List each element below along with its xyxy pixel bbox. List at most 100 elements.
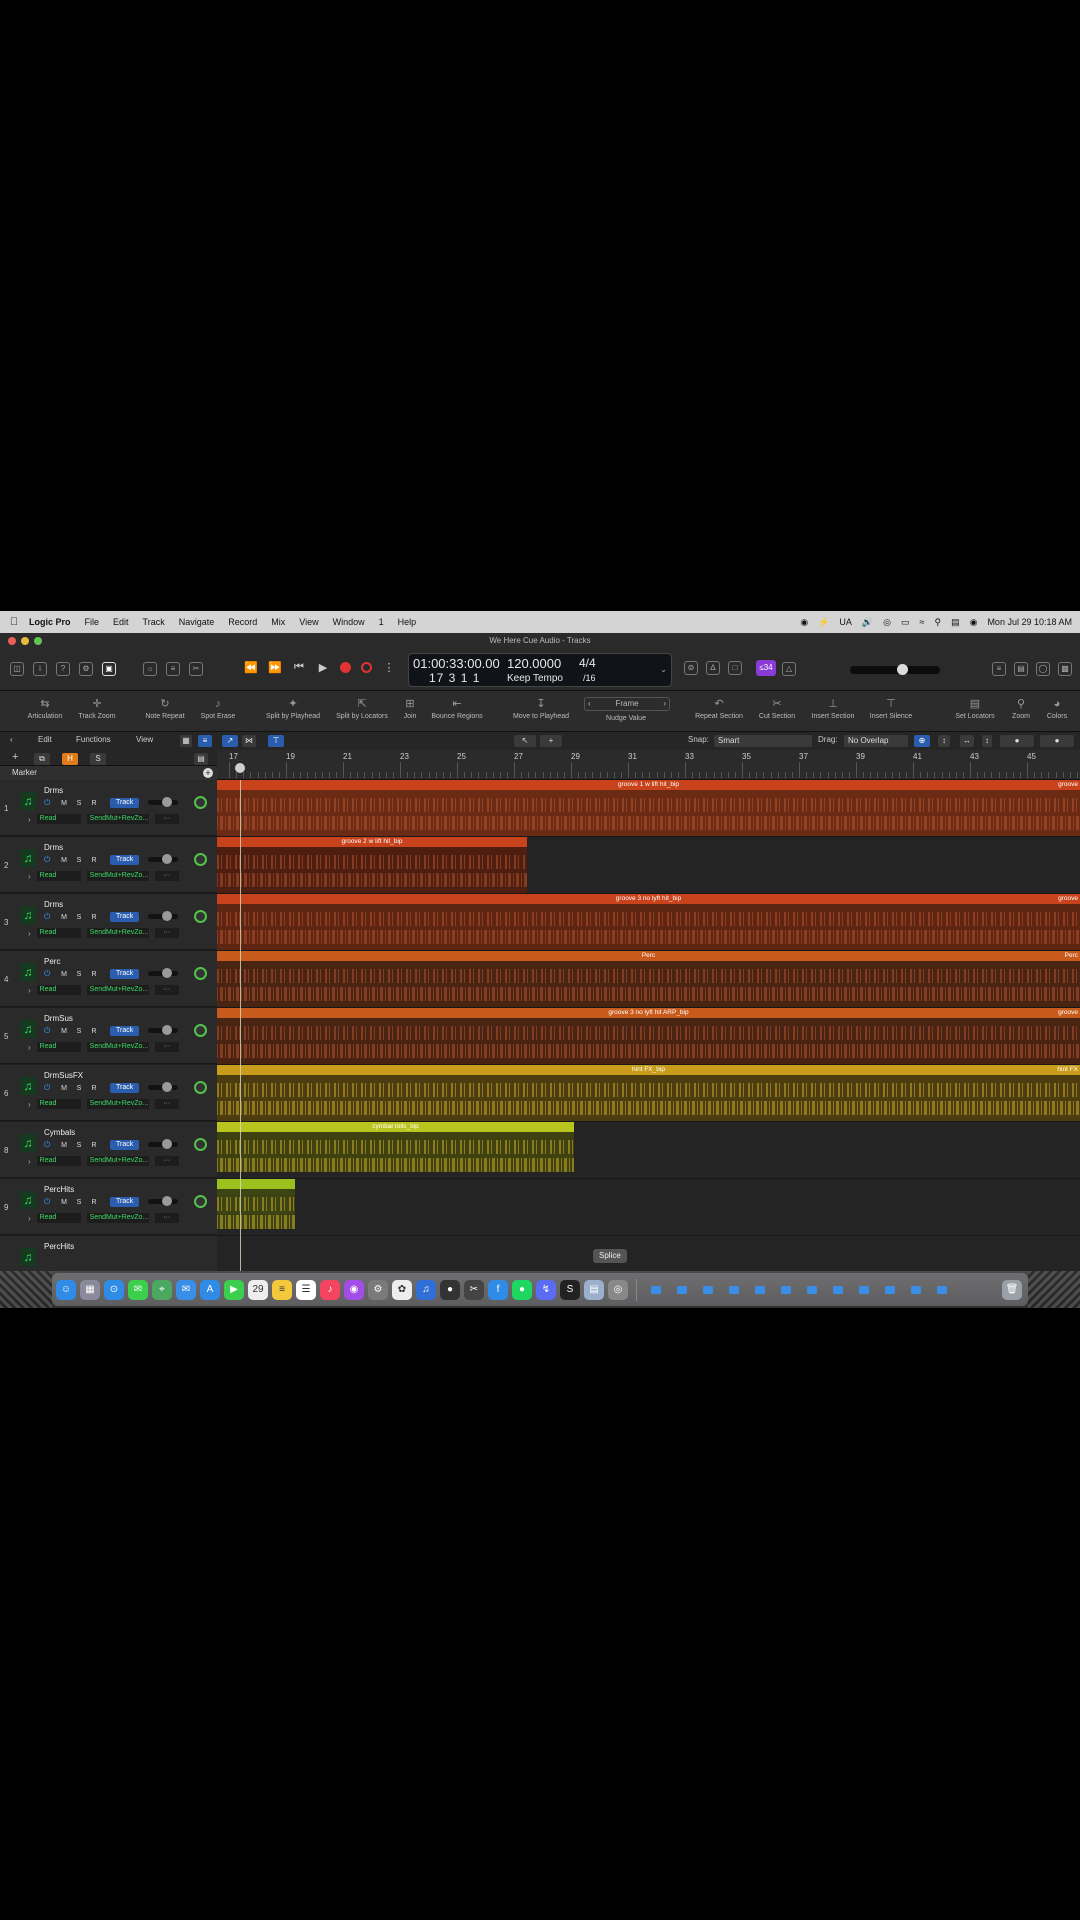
audio-region[interactable]: groove 3 no lyft hit ARP_bip groove — [217, 1008, 1080, 1064]
minimized-window-icon[interactable] — [677, 1285, 687, 1294]
power-icon[interactable]: ⏻ — [44, 1083, 54, 1093]
menu-record[interactable]: Record — [221, 617, 264, 627]
notes-icon[interactable]: ≡ — [272, 1279, 292, 1300]
control-center-icon[interactable]: ▤ — [951, 617, 960, 628]
menu-edit[interactable]: Edit — [106, 617, 136, 627]
nudge-left-icon[interactable]: ‹ — [588, 698, 591, 710]
vertical-zoom-icon[interactable]: ↕ — [938, 735, 950, 747]
tuner-icon[interactable]: ∆ — [706, 661, 720, 675]
lcd-display[interactable]: 01:00:33:00.00 17 3 1 1 120.0000 Keep Te… — [408, 653, 672, 687]
solo-tracks-button[interactable]: S — [90, 753, 106, 765]
bar-ruler[interactable]: 17 19 21 23 25 27 29 31 33 35 37 39 41 43 45 — [217, 750, 1080, 780]
track-header[interactable]: 5 ♫ DrmSus ⏻ M S R Track › Read SendMut+… — [0, 1008, 217, 1064]
mute-button[interactable]: M — [59, 857, 69, 864]
loop-browser-icon[interactable]: ◯ — [1036, 662, 1050, 676]
note-pad-icon[interactable]: ▤ — [1014, 662, 1028, 676]
list-view-icon[interactable]: ≡ — [198, 735, 212, 747]
wifi-icon[interactable]: ≈ — [920, 617, 925, 627]
fader-knob[interactable] — [162, 1196, 172, 1206]
record-enable-button[interactable]: R — [89, 857, 99, 864]
track-name[interactable]: Drms — [44, 843, 63, 852]
minimized-window-icon[interactable] — [781, 1285, 791, 1294]
track-lane[interactable]: hint FX_bip hint FX — [217, 1065, 1080, 1122]
record-enable-button[interactable]: R — [89, 1028, 99, 1035]
track-height-icon[interactable]: ↕ — [982, 735, 992, 747]
facetime-icon[interactable]: ▶ — [224, 1279, 244, 1300]
region-header[interactable]: groove 1 w lift hit_bip — [217, 780, 1080, 790]
pan-knob[interactable] — [194, 1195, 207, 1208]
chevron-right-icon[interactable]: › — [28, 1100, 31, 1109]
fader-knob[interactable] — [162, 854, 172, 864]
podcasts-icon[interactable]: ◉ — [344, 1279, 364, 1300]
ua-status[interactable]: UA — [839, 617, 852, 627]
master-volume-slider[interactable] — [850, 664, 940, 675]
messages-icon[interactable]: ✉ — [128, 1279, 148, 1300]
drag-select[interactable]: No Overlap — [844, 735, 908, 747]
record-enable-button[interactable]: R — [89, 971, 99, 978]
audio-region[interactable]: hint FX_bip hint FX — [217, 1065, 1080, 1121]
preview-icon[interactable]: ▤ — [584, 1279, 604, 1300]
record-enable-button[interactable]: R — [89, 1199, 99, 1206]
track-name[interactable]: PercHits — [44, 1185, 74, 1194]
add-track-icon[interactable]: + — [12, 751, 18, 763]
app-store-icon[interactable]: A — [200, 1279, 220, 1300]
pointer-tool-icon[interactable]: ↖ — [514, 735, 536, 747]
functions-menu[interactable]: Functions — [76, 735, 111, 744]
automation-mode[interactable]: Read — [36, 928, 81, 938]
siri-icon[interactable]: ◉ — [970, 617, 978, 628]
solo-button[interactable]: S — [74, 857, 84, 864]
tool-colors[interactable]: ◕ Colors — [1042, 695, 1072, 720]
tool-insert-silence[interactable]: ⊤ Insert Silence — [864, 695, 918, 720]
region-header[interactable] — [217, 1179, 295, 1189]
menu-window[interactable]: Window — [326, 617, 372, 627]
track-name[interactable]: Perc — [44, 957, 60, 966]
track-name[interactable]: DrmSus — [44, 1014, 73, 1023]
track-name[interactable]: Cymbals — [44, 1128, 75, 1137]
cpu-badge[interactable]: ≤34 — [756, 660, 776, 676]
music-icon[interactable]: ♪ — [320, 1279, 340, 1300]
affinity-icon[interactable]: f — [488, 1279, 508, 1300]
track-name[interactable]: PercHits — [44, 1242, 74, 1251]
more-options[interactable]: ··· — [154, 1213, 179, 1223]
automation-parameter[interactable]: SendMut+RevZo... — [86, 1156, 149, 1166]
vertical-zoom-slider[interactable]: ● — [1000, 735, 1034, 747]
automation-parameter[interactable]: SendMut+RevZo... — [86, 1099, 149, 1109]
horizontal-zoom-slider[interactable]: ● — [1040, 735, 1074, 747]
audio-region[interactable]: cymbal rolls_bip — [217, 1122, 574, 1172]
metronome-icon[interactable]: △ — [782, 662, 796, 676]
track-header[interactable]: 2 ♫ Drms ⏻ M S R Track › Read SendMut+Re… — [0, 837, 217, 893]
disk-utility-icon[interactable]: ◎ — [608, 1279, 628, 1300]
track-lane[interactable]: groove 3 no lyft hit ARP_bip groove — [217, 1008, 1080, 1065]
minimized-window-icon[interactable] — [937, 1285, 947, 1294]
volume-fader[interactable] — [148, 968, 178, 978]
menu-navigate[interactable]: Navigate — [172, 617, 222, 627]
clock[interactable]: Mon Jul 29 10:18 AM — [987, 617, 1072, 627]
scissors-icon[interactable]: ✂ — [189, 662, 203, 676]
back-icon[interactable]: ‹ — [10, 735, 13, 744]
solo-button[interactable]: S — [74, 1142, 84, 1149]
fader-knob[interactable] — [162, 968, 172, 978]
safari-icon[interactable]: ⊙ — [104, 1279, 124, 1300]
tool-move-to-playhead[interactable]: ↧ Move to Playhead — [510, 695, 572, 720]
menu-1[interactable]: 1 — [372, 617, 391, 627]
track-lane[interactable]: groove 3 no lyft hit_bip groove — [217, 894, 1080, 951]
fader-knob[interactable] — [162, 911, 172, 921]
chevron-right-icon[interactable]: › — [28, 1157, 31, 1166]
pan-knob[interactable] — [194, 910, 207, 923]
audio-region[interactable]: groove 1 w lift hit_bip groove — [217, 780, 1080, 836]
mute-button[interactable]: M — [59, 1142, 69, 1149]
nudge-right-icon[interactable]: › — [663, 698, 666, 710]
mute-button[interactable]: M — [59, 1199, 69, 1206]
instruments-icon[interactable]: ♫ — [416, 1279, 436, 1300]
global-tracks-icon[interactable]: ▤ — [194, 753, 208, 765]
arrangement-area[interactable]: groove 1 w lift hit_bip groove groove 2 … — [217, 780, 1080, 1271]
record-enable-button[interactable]: R — [89, 800, 99, 807]
grid-view-icon[interactable]: ▦ — [180, 735, 192, 747]
fader-knob[interactable] — [162, 1025, 172, 1035]
automation-icon[interactable]: ↗ — [222, 735, 238, 747]
messenger-icon[interactable]: ↯ — [536, 1279, 556, 1300]
volume-fader[interactable] — [148, 1082, 178, 1092]
minimized-window-icon[interactable] — [755, 1285, 765, 1294]
tool-bounce-regions[interactable]: ⇤ Bounce Regions — [428, 695, 486, 720]
solo-icon[interactable]: □ — [728, 661, 742, 675]
